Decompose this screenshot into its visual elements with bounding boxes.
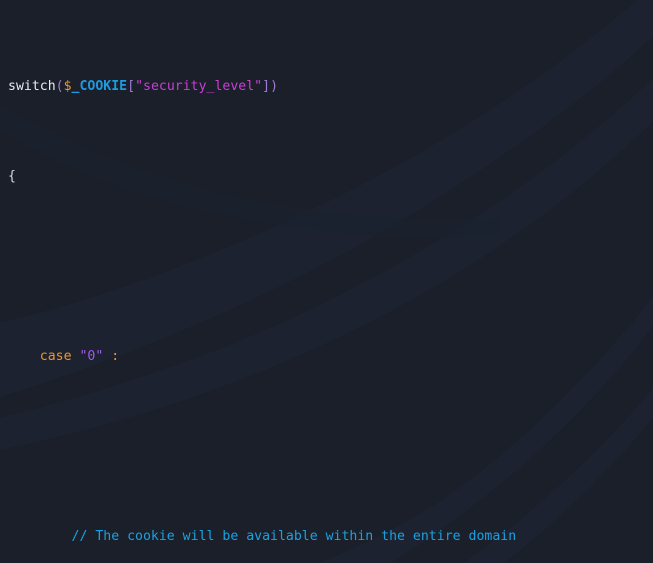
comment-entire-domain: // The cookie will be available within t… — [71, 529, 517, 544]
keyword-case: case — [39, 349, 72, 364]
bracket-open: [ — [127, 79, 136, 94]
paren-open: ( — [55, 79, 64, 94]
brace-open: { — [8, 169, 16, 184]
string-case-0: "0" — [79, 349, 104, 364]
code-screenshot: switch($_COOKIE["security_level"]) { cas… — [0, 0, 653, 563]
string-security-level: "security_level" — [135, 79, 263, 94]
code-line-3-blank — [8, 258, 653, 276]
colon: : — [111, 349, 120, 364]
paren-close: ) — [270, 79, 279, 94]
code-line-2: { — [8, 168, 653, 186]
code-block: switch($_COOKIE["security_level"]) { cas… — [0, 0, 653, 563]
code-line-1: switch($_COOKIE["security_level"]) — [8, 78, 653, 96]
variable-cookie: _COOKIE — [71, 79, 128, 94]
variable-sigil: $ — [63, 79, 72, 94]
code-line-5-blank — [8, 438, 653, 456]
code-line-6: // The cookie will be available within t… — [8, 528, 653, 546]
code-line-4: case "0" : — [8, 348, 653, 366]
bracket-close: ] — [262, 79, 271, 94]
keyword-switch: switch — [8, 79, 56, 94]
